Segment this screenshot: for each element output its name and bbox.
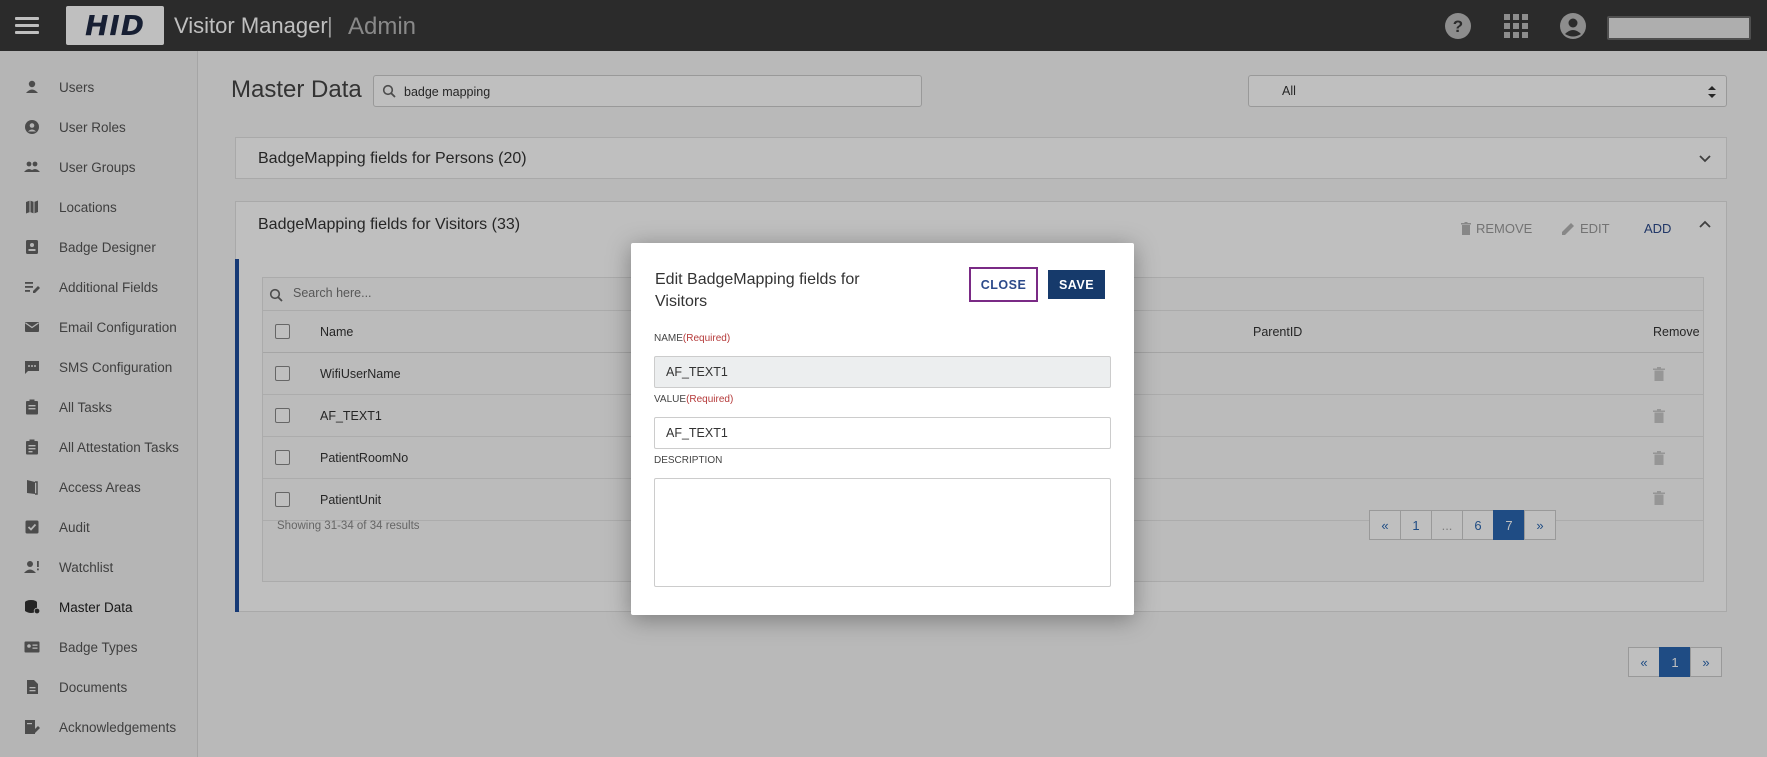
close-button[interactable]: CLOSE: [969, 267, 1038, 302]
description-label-text: DESCRIPTION: [654, 455, 723, 466]
value-field-label: VALUE(Required): [654, 394, 733, 405]
name-label-text: NAME: [654, 333, 683, 344]
edit-dialog: Edit BadgeMapping fields for Visitors CL…: [631, 243, 1134, 615]
name-field-label: NAME(Required): [654, 333, 730, 344]
dialog-title: Edit BadgeMapping fields for Visitors: [655, 271, 860, 310]
save-button[interactable]: SAVE: [1048, 270, 1105, 299]
required-indicator: (Required): [686, 394, 734, 405]
value-field[interactable]: [654, 417, 1111, 449]
description-field[interactable]: [654, 478, 1111, 587]
name-field[interactable]: [654, 356, 1111, 388]
value-label-text: VALUE: [654, 394, 687, 405]
description-field-label: DESCRIPTION: [654, 455, 722, 466]
required-indicator: (Required): [682, 333, 731, 344]
